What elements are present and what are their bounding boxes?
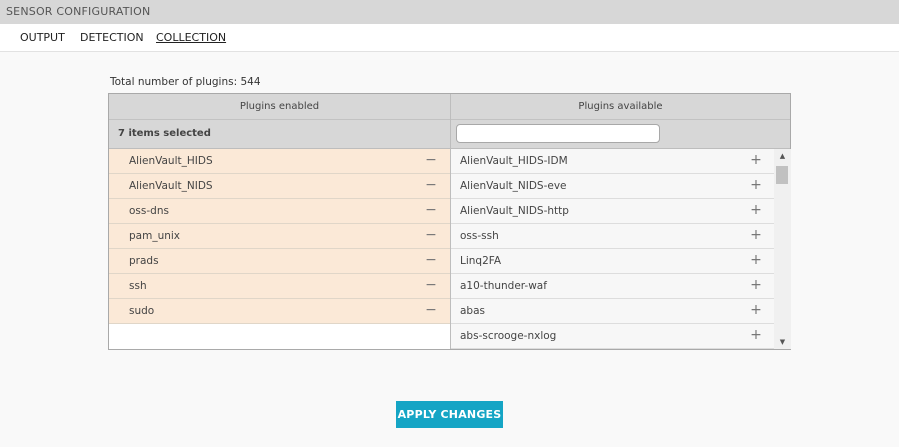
enabled-header: Plugins enabled xyxy=(109,94,450,120)
remove-plugin-icon[interactable]: − xyxy=(423,302,439,318)
available-plugin-label: a10-thunder-waf xyxy=(460,280,547,292)
available-plugin-label: abs-scrooge-nxlog xyxy=(460,330,557,342)
enabled-header-label: Plugins enabled xyxy=(239,101,320,112)
enabled-plugin-row[interactable]: AlienVault_NIDS − xyxy=(109,174,450,199)
tab-output[interactable]: OUTPUT xyxy=(20,31,65,44)
add-plugin-icon[interactable]: + xyxy=(748,252,764,268)
available-plugin-row[interactable]: abas + xyxy=(451,299,774,324)
available-plugin-row[interactable]: Linq2FA + xyxy=(451,249,774,274)
available-search-input[interactable] xyxy=(456,124,660,143)
selected-count: 7 items selected xyxy=(118,128,211,139)
add-plugin-icon[interactable]: + xyxy=(748,302,764,318)
enabled-list: AlienVault_HIDS − AlienVault_NIDS − oss-dns −… xyxy=(109,149,450,324)
enabled-plugin-row[interactable]: prads − xyxy=(109,249,450,274)
enabled-plugin-row[interactable]: AlienVault_HIDS − xyxy=(109,149,450,174)
available-plugin-row[interactable]: AlienVault_NIDS-eve + xyxy=(451,174,774,199)
available-plugin-row[interactable]: AlienVault_NIDS-http + xyxy=(451,199,774,224)
apply-changes-button[interactable]: APPLY CHANGES xyxy=(396,401,503,428)
available-plugin-label: AlienVault_NIDS-http xyxy=(460,205,569,217)
available-list: AlienVault_HIDS-IDM + AlienVault_NIDS-eve +… xyxy=(451,149,790,349)
enabled-plugin-label: sudo xyxy=(129,305,155,317)
add-plugin-icon[interactable]: + xyxy=(748,202,764,218)
tab-collection[interactable]: COLLECTION xyxy=(156,31,226,44)
remove-plugin-icon[interactable]: − xyxy=(423,227,439,243)
add-plugin-icon[interactable]: + xyxy=(748,227,764,243)
add-plugin-icon[interactable]: + xyxy=(748,327,764,343)
enabled-plugin-label: AlienVault_NIDS xyxy=(129,180,213,192)
enabled-plugin-row[interactable]: pam_unix − xyxy=(109,224,450,249)
enabled-plugin-row[interactable]: oss-dns − xyxy=(109,199,450,224)
available-header-label: Plugins available xyxy=(578,101,663,112)
enabled-plugin-label: oss-dns xyxy=(129,205,169,217)
add-plugin-icon[interactable]: + xyxy=(748,277,764,293)
scroll-up-icon[interactable]: ▲ xyxy=(774,149,791,163)
remove-plugin-icon[interactable]: − xyxy=(423,177,439,193)
available-plugin-row[interactable]: a10-thunder-waf + xyxy=(451,274,774,299)
enabled-plugin-label: pam_unix xyxy=(129,230,181,242)
enabled-plugin-label: ssh xyxy=(129,280,147,292)
available-plugin-row[interactable]: AlienVault_HIDS-IDM + xyxy=(451,149,774,174)
enabled-subheader: 7 items selected xyxy=(109,120,450,149)
available-plugin-label: AlienVault_NIDS-eve xyxy=(460,180,567,192)
enabled-plugin-row[interactable]: ssh − xyxy=(109,274,450,299)
available-plugin-label: abas xyxy=(460,305,486,317)
remove-plugin-icon[interactable]: − xyxy=(423,277,439,293)
remove-plugin-icon[interactable]: − xyxy=(423,152,439,168)
available-column: Plugins available AlienVault_HIDS-IDM + Al… xyxy=(450,94,791,349)
remove-plugin-icon[interactable]: − xyxy=(423,252,439,268)
enabled-plugin-row[interactable]: sudo − xyxy=(109,299,450,324)
enabled-column: Plugins enabled 7 items selected AlienVa… xyxy=(109,94,450,349)
available-plugin-row[interactable]: abs-scrooge-nxlog + xyxy=(451,324,774,349)
available-plugin-label: AlienVault_HIDS-IDM xyxy=(460,155,568,167)
scroll-thumb[interactable] xyxy=(776,166,788,184)
scroll-down-icon[interactable]: ▼ xyxy=(774,335,791,349)
available-plugin-label: oss-ssh xyxy=(460,230,499,242)
add-plugin-icon[interactable]: + xyxy=(748,177,764,193)
add-plugin-icon[interactable]: + xyxy=(748,152,764,168)
enabled-plugin-label: prads xyxy=(129,255,159,267)
page-title: SENSOR CONFIGURATION xyxy=(6,5,151,18)
available-subheader xyxy=(451,120,790,149)
available-plugin-label: Linq2FA xyxy=(460,255,502,267)
available-scrollbar[interactable]: ▲ ▼ xyxy=(774,149,791,349)
available-plugin-row[interactable]: oss-ssh + xyxy=(451,224,774,249)
remove-plugin-icon[interactable]: − xyxy=(423,202,439,218)
available-header: Plugins available xyxy=(451,94,790,120)
title-bar: SENSOR CONFIGURATION xyxy=(0,0,899,24)
tab-detection[interactable]: DETECTION xyxy=(80,31,144,44)
tab-bar: OUTPUT DETECTION COLLECTION xyxy=(0,24,899,52)
enabled-plugin-label: AlienVault_HIDS xyxy=(129,155,213,167)
plugin-selector: Plugins enabled 7 items selected AlienVa… xyxy=(108,93,791,350)
total-plugins-count: Total number of plugins: 544 xyxy=(110,76,261,88)
